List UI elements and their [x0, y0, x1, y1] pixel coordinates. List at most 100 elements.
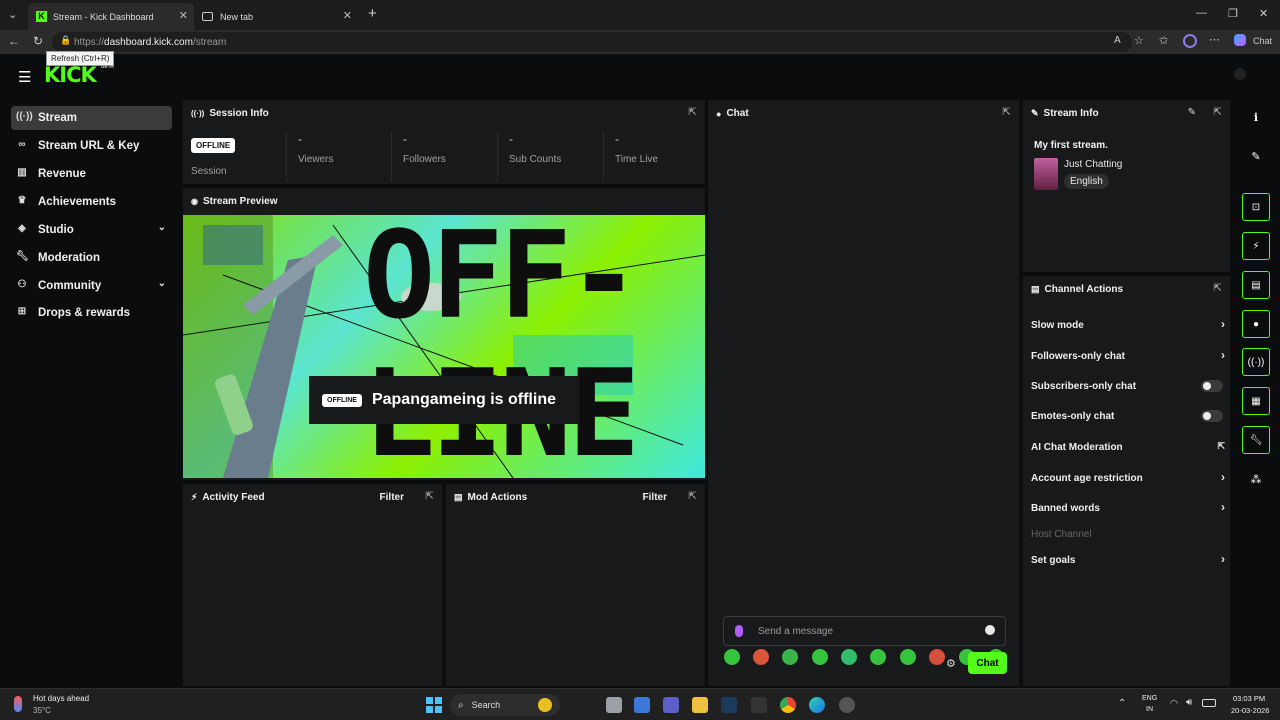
sidebar-item-revenue[interactable]: ▥ Revenue: [11, 162, 172, 186]
emote-icon[interactable]: [753, 649, 769, 665]
weather-title[interactable]: Hot days ahead: [33, 694, 89, 703]
more-icon[interactable]: ⋯: [1209, 33, 1220, 46]
status-badge: OFFLINE: [191, 138, 236, 153]
focus-icon[interactable]: ⊡: [1242, 193, 1270, 221]
action-account-age-restriction[interactable]: Account age restriction ›: [1031, 468, 1225, 488]
tab-kick-dashboard[interactable]: K Stream - Kick Dashboard ✕: [28, 3, 194, 30]
language-label[interactable]: ENG: [1142, 695, 1157, 702]
epic-games-icon[interactable]: [751, 697, 767, 713]
read-aloud-icon[interactable]: A: [1114, 35, 1121, 46]
popout-icon[interactable]: ⇱: [687, 107, 698, 118]
close-icon[interactable]: ✕: [343, 9, 352, 22]
app-icon[interactable]: [839, 697, 855, 713]
send-chat-button[interactable]: Chat: [968, 652, 1007, 674]
address-bar: ← ↻ 🔒 https://dashboard.kick.com/stream …: [0, 30, 1280, 54]
avatar[interactable]: [1234, 68, 1246, 80]
profile-icon[interactable]: [1183, 34, 1197, 48]
wrench-icon[interactable]: 🔧︎: [1242, 426, 1270, 454]
action-set-goals[interactable]: Set goals ›: [1031, 550, 1225, 570]
restore-icon[interactable]: ❐: [1228, 7, 1238, 20]
microphone-icon[interactable]: [735, 625, 743, 637]
tab-actions-icon[interactable]: ⌄: [8, 8, 17, 21]
widgets-icon[interactable]: ⁂: [1242, 465, 1270, 493]
server-icon[interactable]: ▦: [1242, 387, 1270, 415]
windows-start-icon[interactable]: [426, 697, 442, 713]
volume-icon[interactable]: 🔊︎: [1186, 697, 1192, 708]
back-icon[interactable]: ←: [8, 34, 20, 48]
edge-icon[interactable]: [809, 697, 825, 713]
settings-icon[interactable]: ⚙: [946, 657, 956, 670]
stat-label: Followers: [403, 154, 446, 165]
menu-icon[interactable]: ☰: [18, 68, 31, 86]
chevron-right-icon: ›: [1221, 470, 1225, 484]
steam-icon[interactable]: [721, 697, 737, 713]
emote-icon[interactable]: [841, 649, 857, 665]
store-icon[interactable]: [634, 697, 650, 713]
sidebar-item-community[interactable]: ⚇ Community ⌄: [11, 274, 172, 298]
subscribers-only-toggle[interactable]: [1201, 380, 1223, 392]
emoji-icon[interactable]: [985, 625, 995, 635]
sidebar-item-moderation[interactable]: 🔧︎ Moderation: [11, 246, 172, 270]
gift-icon: ⊞: [17, 306, 27, 317]
file-explorer-icon[interactable]: [692, 697, 708, 713]
kick-logo[interactable]: KICK: [44, 63, 97, 87]
sidebar-item-studio[interactable]: ◈ Studio ⌄: [11, 218, 172, 242]
emote-icon[interactable]: [782, 649, 798, 665]
action-ai-chat-moderation[interactable]: AI Chat Moderation ⇱: [1031, 437, 1225, 457]
sidebar-item-drops-rewards[interactable]: ⊞ Drops & rewards: [11, 301, 172, 325]
filter-button[interactable]: Filter: [380, 492, 404, 503]
wifi-icon[interactable]: ◠: [1170, 698, 1178, 709]
chat-input[interactable]: Send a message: [723, 616, 1006, 646]
favorite-icon[interactable]: ☆: [1134, 34, 1144, 47]
refresh-icon[interactable]: ↻: [33, 34, 43, 48]
url-field[interactable]: 🔒 https://dashboard.kick.com/stream: [52, 32, 1132, 52]
chrome-icon[interactable]: [780, 697, 796, 713]
clock-time[interactable]: 03:03 PM: [1233, 694, 1265, 703]
broadcast-icon[interactable]: ((·)): [1242, 348, 1270, 376]
emotes-only-toggle[interactable]: [1201, 410, 1223, 422]
emote-icon[interactable]: [812, 649, 828, 665]
window-close-icon[interactable]: ✕: [1259, 7, 1268, 20]
popout-icon[interactable]: ⇱: [687, 491, 698, 502]
stream-preview-panel: ◉ Stream Preview OFF- LINE OFFLINE Papang…: [183, 188, 705, 480]
popout-icon[interactable]: ⇱: [1001, 107, 1012, 118]
new-tab-icon[interactable]: +: [368, 5, 377, 22]
edit-icon[interactable]: ✎: [1188, 107, 1196, 118]
taskbar-search[interactable]: ⌕ Search: [450, 694, 560, 716]
edit-icon[interactable]: ✎: [1242, 142, 1270, 170]
action-banned-words[interactable]: Banned words ›: [1031, 498, 1225, 518]
emote-icon[interactable]: [870, 649, 886, 665]
popout-icon[interactable]: ⇱: [424, 491, 435, 502]
document-icon[interactable]: ▤: [1242, 271, 1270, 299]
sidebar-item-label: Revenue: [38, 168, 86, 180]
tab-new-tab[interactable]: New tab ✕: [194, 3, 358, 30]
popout-icon[interactable]: ⇱: [1212, 107, 1223, 118]
popout-icon[interactable]: ⇱: [1212, 283, 1223, 294]
teams-icon[interactable]: [663, 697, 679, 713]
close-icon[interactable]: ✕: [179, 9, 188, 22]
copilot-icon[interactable]: [1234, 34, 1246, 46]
lightning-icon[interactable]: ⚡︎: [1242, 232, 1270, 260]
favorites-icon[interactable]: ✩: [1159, 34, 1168, 47]
sidebar-item-stream-url-key[interactable]: ∞ Stream URL & Key: [11, 134, 172, 158]
refresh-tooltip: Refresh (Ctrl+R): [46, 51, 115, 66]
sidebar-item-stream[interactable]: ((·)) Stream: [11, 106, 172, 130]
emote-icon[interactable]: [724, 649, 740, 665]
emote-icon[interactable]: [929, 649, 945, 665]
battery-icon[interactable]: [1202, 699, 1216, 707]
chevron-right-icon: ›: [1221, 500, 1225, 514]
chevron-up-icon[interactable]: ⌃: [1118, 698, 1126, 709]
action-followers-only-chat[interactable]: Followers-only chat ›: [1031, 346, 1225, 366]
minimize-icon[interactable]: —: [1196, 7, 1207, 19]
chat-bubble-icon[interactable]: ●: [1242, 310, 1270, 338]
activity-feed-title: Activity Feed: [202, 492, 265, 503]
task-view-icon[interactable]: [606, 697, 622, 713]
emote-icon[interactable]: [900, 649, 916, 665]
filter-button[interactable]: Filter: [643, 492, 667, 503]
info-icon[interactable]: ℹ: [1242, 103, 1270, 131]
action-slow-mode[interactable]: Slow mode ›: [1031, 315, 1225, 335]
sidebar-item-achievements[interactable]: ♛ Achievements: [11, 190, 172, 214]
copilot-label[interactable]: Chat: [1253, 36, 1272, 46]
windows-taskbar: Hot days ahead 35°C ⌕ Search ⌃ ENG IN ◠ …: [0, 688, 1280, 720]
sidebar-item-label: Studio: [38, 224, 74, 236]
